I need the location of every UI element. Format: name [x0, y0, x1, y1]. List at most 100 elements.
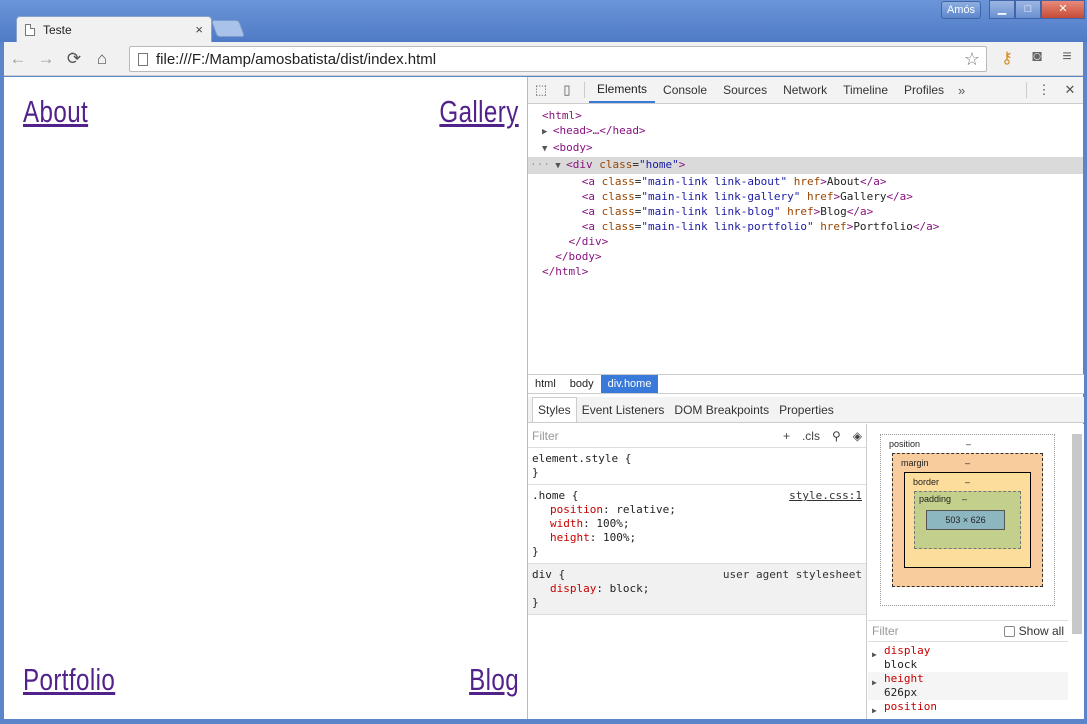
device-mode-icon[interactable]: ▯: [554, 77, 580, 103]
add-rule-icon[interactable]: +: [783, 429, 790, 443]
cls-button[interactable]: .cls: [802, 429, 820, 443]
link-portfolio[interactable]: Portfolio: [23, 662, 115, 698]
styles-filter-input[interactable]: Filter: [532, 429, 783, 443]
bookmark-star-icon[interactable]: ☆: [964, 49, 980, 70]
address-bar[interactable]: file:///F:/Mamp/amosbatista/dist/index.h…: [129, 46, 987, 72]
box-model-pane: position – margin – border – padding – 5…: [868, 424, 1084, 719]
maximize-button[interactable]: □: [1015, 0, 1041, 19]
collapse-triangle-icon[interactable]: ▼: [555, 161, 566, 171]
toolbar-divider: [584, 82, 585, 98]
rule-home[interactable]: style.css:1 .home { position: relative; …: [528, 485, 866, 564]
css-property[interactable]: height: 100%;: [532, 531, 862, 545]
reload-button[interactable]: ⟳: [60, 49, 88, 69]
tab-properties[interactable]: Properties: [774, 397, 839, 422]
tree-node[interactable]: <a class="main-link link-about" href>Abo…: [528, 174, 1083, 189]
breadcrumb-body[interactable]: body: [563, 375, 601, 393]
tab-dom-breakpoints[interactable]: DOM Breakpoints: [669, 397, 774, 422]
box-model: position – margin – border – padding – 5…: [880, 434, 1055, 606]
file-icon: [138, 52, 148, 66]
extension-icons: ⚷ ◙ ≡: [997, 48, 1077, 68]
camera-extension-icon[interactable]: ◙: [1027, 48, 1047, 68]
show-all-toggle[interactable]: Show all: [1003, 624, 1064, 638]
computed-item[interactable]: ▶ display block: [868, 644, 1068, 672]
close-devtools-icon[interactable]: ✕: [1057, 77, 1083, 103]
scrollbar[interactable]: [1072, 434, 1082, 634]
tree-node[interactable]: ▼ <body>: [528, 140, 1083, 157]
tree-node[interactable]: </html>: [528, 264, 1083, 279]
devtools-panel: ⬚ ▯ Elements Console Sources Network Tim…: [527, 77, 1084, 719]
user-profile-button[interactable]: Amós: [941, 1, 981, 19]
tree-node[interactable]: <a class="main-link link-portfolio" href…: [528, 219, 1083, 234]
tab-elements[interactable]: Elements: [589, 77, 656, 103]
tab-event-listeners[interactable]: Event Listeners: [577, 397, 670, 422]
tab-console[interactable]: Console: [655, 77, 715, 103]
rule-element-style[interactable]: element.style { }: [528, 448, 866, 485]
devtools-toolbar: ⬚ ▯ Elements Console Sources Network Tim…: [528, 77, 1083, 104]
box-margin: margin – border – padding – 503 × 626: [892, 453, 1043, 587]
css-property[interactable]: display: block;: [532, 582, 862, 596]
rule-div-ua[interactable]: user agent stylesheet div { display: blo…: [528, 564, 866, 615]
browser-toolbar: ← → ⟳ ⌂ file:///F:/Mamp/amosbatista/dist…: [4, 42, 1083, 76]
box-padding: padding – 503 × 626: [914, 491, 1021, 549]
show-all-checkbox[interactable]: [1003, 625, 1015, 637]
tree-node[interactable]: ▶ <head>…</head>: [528, 123, 1083, 140]
computed-item[interactable]: ▶ height 626px: [868, 672, 1068, 700]
toolbar-divider: [1026, 82, 1027, 98]
link-blog[interactable]: Blog: [469, 662, 519, 698]
styles-pane: Filter + .cls ⚲ ◈ element.style { } styl…: [528, 424, 867, 719]
url-text[interactable]: file:///F:/Mamp/amosbatista/dist/index.h…: [156, 51, 964, 68]
window-controls: ▁ □ ✕: [989, 0, 1085, 20]
tree-node[interactable]: <a class="main-link link-gallery" href>G…: [528, 189, 1083, 204]
computed-filter-row: Filter Show all: [868, 620, 1068, 642]
forward-button[interactable]: →: [32, 49, 60, 69]
css-property[interactable]: position: relative;: [532, 503, 862, 517]
tree-node[interactable]: <html>: [528, 108, 1083, 123]
breadcrumb-div-home[interactable]: div.home: [600, 375, 659, 393]
dots-icon: ···: [530, 158, 550, 171]
tab-title: Teste: [43, 22, 72, 37]
box-content-size: 503 × 626: [926, 510, 1005, 530]
css-property[interactable]: width: 100%;: [532, 517, 862, 531]
link-gallery[interactable]: Gallery: [440, 94, 519, 130]
tab-styles[interactable]: Styles: [532, 397, 577, 422]
back-button[interactable]: ←: [4, 49, 32, 69]
breadcrumb: html body div.home: [528, 374, 1084, 394]
page-viewport: About Gallery Portfolio Blog: [4, 77, 527, 719]
style-source-label: user agent stylesheet: [722, 568, 862, 581]
browser-tab[interactable]: Teste ×: [16, 16, 212, 42]
kebab-menu-icon[interactable]: ⋮: [1031, 77, 1057, 103]
computed-item[interactable]: ▶ position: [868, 700, 1068, 715]
link-about[interactable]: About: [23, 94, 88, 130]
tree-node[interactable]: <a class="main-link link-blog" href>Blog…: [528, 204, 1083, 219]
sidebar-tabs: Styles Event Listeners DOM Breakpoints P…: [528, 397, 1084, 423]
computed-filter-input[interactable]: Filter: [872, 624, 1004, 638]
page-icon: [25, 23, 35, 36]
menu-icon[interactable]: ≡: [1057, 48, 1077, 68]
breadcrumb-html[interactable]: html: [528, 375, 563, 393]
tab-timeline[interactable]: Timeline: [835, 77, 896, 103]
collapse-triangle-icon[interactable]: ▼: [542, 144, 553, 154]
computed-list: ▶ display block ▶ height 626px ▶ position: [868, 644, 1068, 715]
inspect-element-icon[interactable]: ⬚: [528, 77, 554, 103]
pin-icon[interactable]: ⚲: [832, 429, 841, 443]
tab-sources[interactable]: Sources: [715, 77, 775, 103]
tab-close-button[interactable]: ×: [195, 22, 203, 37]
elements-tree: <html> ▶ <head>…</head> ▼ <body> ··· ▼ <…: [528, 104, 1083, 374]
minimize-button[interactable]: ▁: [989, 0, 1015, 19]
new-tab-button[interactable]: [210, 20, 246, 37]
tree-node-selected[interactable]: ··· ▼ <div class="home">: [528, 157, 1083, 174]
title-bar: Teste × Amós ▁ □ ✕: [0, 0, 1087, 42]
tree-node[interactable]: </body>: [528, 249, 1083, 264]
box-border: border – padding – 503 × 626: [904, 472, 1031, 568]
key-extension-icon[interactable]: ⚷: [997, 48, 1017, 68]
expand-triangle-icon[interactable]: ▶: [542, 127, 553, 137]
tab-network[interactable]: Network: [775, 77, 835, 103]
tree-node[interactable]: </div>: [528, 234, 1083, 249]
home-button[interactable]: ⌂: [88, 49, 116, 69]
color-format-icon[interactable]: ◈: [853, 429, 862, 443]
more-tabs-icon[interactable]: »: [952, 77, 971, 103]
tab-profiles[interactable]: Profiles: [896, 77, 952, 103]
close-window-button[interactable]: ✕: [1041, 0, 1085, 19]
style-source-link[interactable]: style.css:1: [789, 489, 862, 503]
styles-filter-row: Filter + .cls ⚲ ◈: [528, 424, 866, 448]
